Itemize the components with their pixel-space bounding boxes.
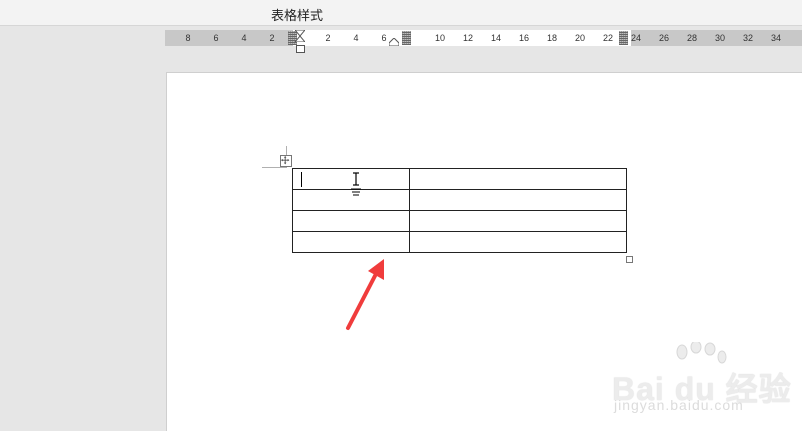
ruler-number: 2: [325, 33, 331, 43]
table-cell[interactable]: [409, 231, 627, 253]
margin-guide-horizontal: [262, 167, 287, 168]
table-cell[interactable]: [409, 189, 627, 211]
ruler-number: 2: [269, 33, 275, 43]
ruler-number: 20: [574, 33, 585, 43]
table-row: [292, 231, 627, 253]
ruler-number: 32: [742, 33, 753, 43]
ribbon-tab-strip: 表格样式: [0, 0, 802, 26]
ruler-number: 6: [213, 33, 219, 43]
text-caret: [301, 172, 302, 187]
ruler-number: 12: [462, 33, 473, 43]
ruler-column-grip[interactable]: [619, 31, 628, 45]
ruler-number: 24: [630, 33, 641, 43]
table-cell[interactable]: [409, 210, 627, 232]
ruler-column-grip[interactable]: [402, 31, 411, 45]
baidu-watermark: Bai du 经验 jingyan.baidu.com: [612, 342, 792, 422]
document-table[interactable]: [292, 168, 627, 253]
table-cell[interactable]: [292, 210, 410, 232]
table-cell[interactable]: [292, 231, 410, 253]
ruler-number: 10: [434, 33, 445, 43]
ruler-number: 4: [241, 33, 247, 43]
ruler-number: 8: [185, 33, 191, 43]
table-cell[interactable]: [409, 168, 627, 190]
ruler-number: 28: [686, 33, 697, 43]
right-indent-icon[interactable]: [389, 38, 399, 46]
table-row: [292, 189, 627, 211]
ruler-number: 26: [658, 33, 669, 43]
ruler-number: 14: [490, 33, 501, 43]
tab-table-style[interactable]: 表格样式: [271, 5, 323, 24]
ibeam-cursor-icon: [351, 172, 361, 196]
table-resize-handle[interactable]: [626, 256, 633, 263]
ruler-number: 16: [518, 33, 529, 43]
red-arrow-icon: [346, 259, 384, 330]
table-move-handle[interactable]: [280, 155, 292, 167]
ruler-number: 34: [770, 33, 781, 43]
first-line-indent-icon[interactable]: [295, 30, 305, 42]
watermark-url: jingyan.baidu.com: [614, 397, 744, 413]
move-icon: [281, 156, 290, 165]
table-row: [292, 168, 627, 190]
left-indent-icon[interactable]: [296, 45, 305, 53]
ruler-number: 22: [602, 33, 613, 43]
ruler-number: 4: [353, 33, 359, 43]
ruler-number: 30: [714, 33, 725, 43]
ruler-number: 18: [546, 33, 557, 43]
horizontal-ruler[interactable]: 8 6 4 2 2 4 6 10 12 14 16 18 20 22 24 26…: [165, 30, 802, 46]
table-row: [292, 210, 627, 232]
